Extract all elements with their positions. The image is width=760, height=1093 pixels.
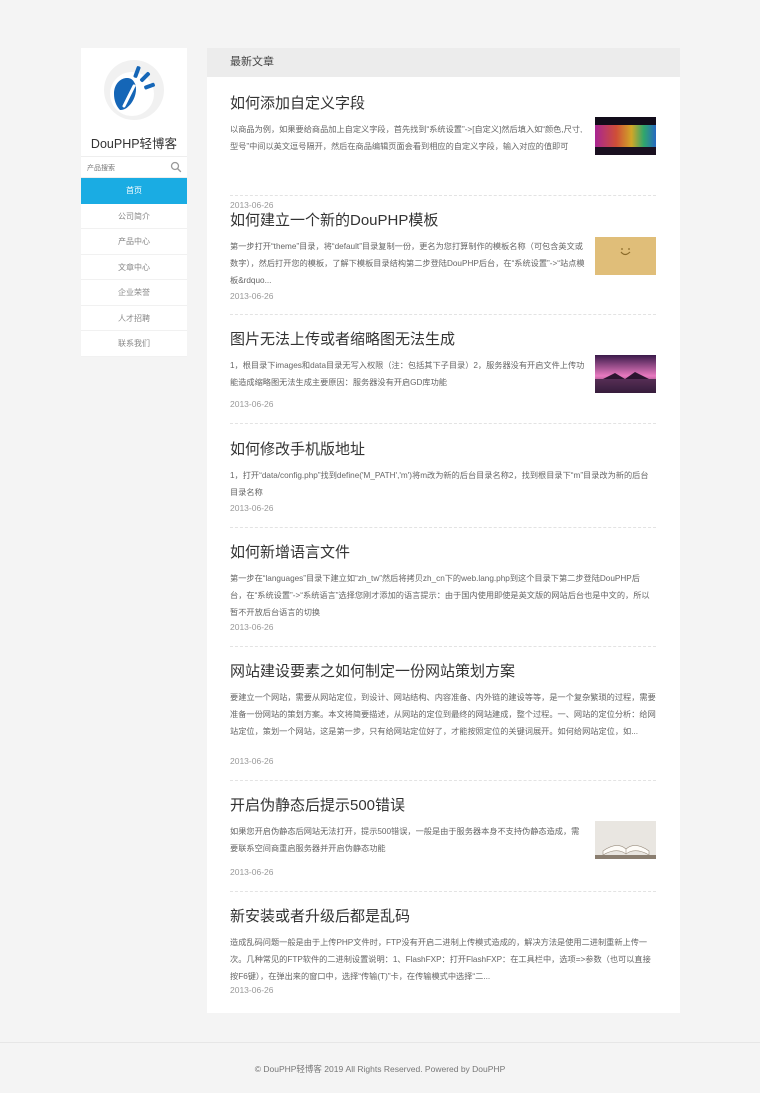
site-logo-icon xyxy=(104,60,164,120)
article-title[interactable]: 图片无法上传或者缩略图无法生成 xyxy=(230,330,656,350)
article-title[interactable]: 如何修改手机版地址 xyxy=(230,440,656,460)
article-desc: 第一步在“languages”目录下建立如“zh_tw”然后将拷贝zh_cn下的… xyxy=(230,574,650,617)
sidebar: DouPHP轻博客 首页 公司简介 产品中心 文章中心 企业荣誉 人才招聘 联系… xyxy=(81,48,187,357)
article-desc: 如果您开启伪静态后网站无法打开，提示500错误，一般是由于服务器本身不支持伪静态… xyxy=(230,827,580,853)
nav-jobs[interactable]: 人才招聘 xyxy=(81,306,187,331)
article-title[interactable]: 如何新增语言文件 xyxy=(230,543,656,563)
nav-articles[interactable]: 文章中心 xyxy=(81,255,187,280)
article-desc: 造成乱码问题一般是由于上传PHP文件时，FTP没有开启二进制上传模式造成的，解决… xyxy=(230,938,651,981)
article-title[interactable]: 如何建立一个新的DouPHP模板 xyxy=(230,211,656,231)
article-thumbnail[interactable] xyxy=(595,237,656,275)
article-date: 2013-06-26 xyxy=(230,867,274,877)
article-thumbnail[interactable] xyxy=(595,355,656,393)
nav-honors[interactable]: 企业荣誉 xyxy=(81,280,187,306)
nav-about[interactable]: 公司简介 xyxy=(81,204,187,229)
article-item: 开启伪静态后提示500错误 如果您开启伪静态后网站无法打开，提示500错误，一般… xyxy=(230,781,656,892)
article-title[interactable]: 开启伪静态后提示500错误 xyxy=(230,796,656,816)
article-desc: 1，打开“data/config.php”找到define('M_PATH','… xyxy=(230,471,649,497)
article-desc: 第一步打开“theme”目录，将“default”目录复制一份，更名为您打算制作… xyxy=(230,242,585,285)
article-thumbnail[interactable] xyxy=(595,117,656,155)
article-title[interactable]: 新安装或者升级后都是乱码 xyxy=(230,907,656,927)
article-date: 2013-06-26 xyxy=(230,756,274,766)
article-item: 图片无法上传或者缩略图无法生成 1，根目录下images和data目录无写入权限… xyxy=(230,315,656,424)
article-thumbnail[interactable] xyxy=(595,821,656,859)
article-date: 2013-06-26 xyxy=(230,503,274,513)
logo-block[interactable]: DouPHP轻博客 xyxy=(81,48,187,156)
article-desc: 以商品为例，如果要给商品加上自定义字段，首先找到“系统设置”->[自定义]然后填… xyxy=(230,125,583,151)
article-item: 如何修改手机版地址 1，打开“data/config.php”找到define(… xyxy=(230,424,656,528)
main-content: 最新文章 如何添加自定义字段 以商品为例，如果要给商品加上自定义字段，首先找到“… xyxy=(207,48,680,1013)
site-name: DouPHP轻博客 xyxy=(90,137,178,151)
article-title[interactable]: 如何添加自定义字段 xyxy=(230,94,656,114)
nav-home[interactable]: 首页 xyxy=(81,178,187,204)
article-desc: 1，根目录下images和data目录无写入权限（注：包括其下子目录）2，服务器… xyxy=(230,361,585,387)
article-item: 网站建设要素之如何制定一份网站策划方案 要建立一个网站，需要从网站定位，到设计、… xyxy=(230,647,656,781)
article-item: 如何新增语言文件 第一步在“languages”目录下建立如“zh_tw”然后将… xyxy=(230,528,656,647)
nav-products[interactable]: 产品中心 xyxy=(81,229,187,255)
article-desc: 要建立一个网站，需要从网站定位，到设计、网站结构、内容准备、内外链的建设等等，是… xyxy=(230,693,656,736)
article-item: 如何建立一个新的DouPHP模板 第一步打开“theme”目录，将“defaul… xyxy=(230,196,656,315)
article-date: 2013-06-26 xyxy=(230,985,274,995)
search-icon[interactable] xyxy=(170,161,182,173)
article-item: 如何添加自定义字段 以商品为例，如果要给商品加上自定义字段，首先找到“系统设置”… xyxy=(230,77,656,210)
article-list: 如何添加自定义字段 以商品为例，如果要给商品加上自定义字段，首先找到“系统设置”… xyxy=(207,77,680,1018)
section-title: 最新文章 xyxy=(207,48,680,77)
article-item: 新安装或者升级后都是乱码 造成乱码问题一般是由于上传PHP文件时，FTP没有开启… xyxy=(230,892,656,1018)
footer: © DouPHP轻博客 2019 All Rights Reserved. Po… xyxy=(0,1042,760,1093)
article-date: 2013-06-26 xyxy=(230,399,274,409)
article-date: 2013-06-26 xyxy=(230,291,274,301)
article-date: 2013-06-26 xyxy=(230,622,274,632)
article-title[interactable]: 网站建设要素之如何制定一份网站策划方案 xyxy=(230,662,656,682)
nav-contact[interactable]: 联系我们 xyxy=(81,331,187,357)
search-box xyxy=(81,156,187,179)
